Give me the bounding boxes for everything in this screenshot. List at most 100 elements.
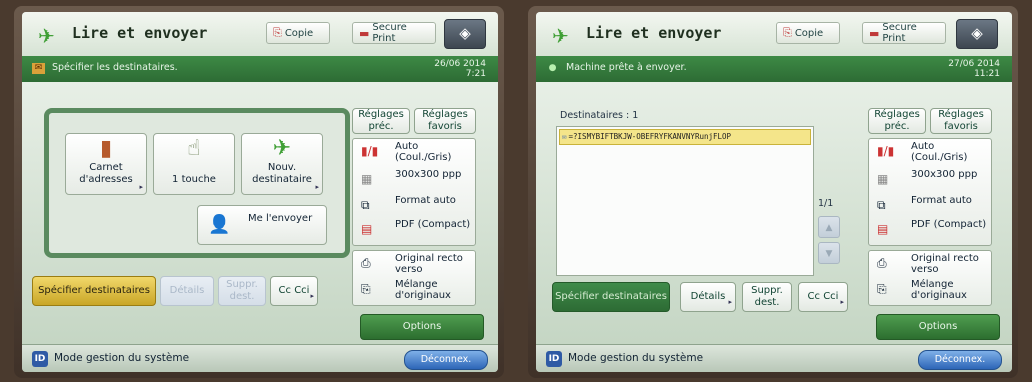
resolution-row[interactable]: ▦ 300x300 ppp (353, 169, 475, 191)
pdf-icon: ▤ (877, 222, 889, 236)
favorite-settings-button[interactable]: Réglages favoris (930, 108, 992, 134)
tab-secure-label: Secure Print (882, 22, 917, 44)
cc-bcc-button[interactable]: Cc Cci ▸ (798, 282, 848, 312)
duplex-row[interactable]: ⎙ Original recto verso (869, 253, 991, 275)
specify-destinations-label: Spécifier destinataires (555, 291, 667, 302)
one-touch-button[interactable]: ☝ 1 touche (153, 133, 235, 195)
scan-send-icon: ✈ (552, 24, 569, 48)
home-button[interactable]: ◈ (444, 19, 486, 49)
color-mode-row[interactable]: ▮/▮ Auto (Coul./Gris) (869, 141, 991, 167)
options-button[interactable]: Options (360, 314, 484, 340)
resolution-row[interactable]: ▦ 300x300 ppp (869, 169, 991, 191)
time: 7:21 (465, 69, 486, 79)
scroll-up-button[interactable]: ▲ (818, 216, 840, 238)
options-label: Options (402, 321, 442, 332)
tab-copy-label: Copie (794, 27, 824, 39)
chevron-icon: ▸ (139, 183, 143, 191)
one-touch-icon: ☝ (187, 136, 201, 161)
cc-bcc-button[interactable]: Cc Cci ▸ (270, 276, 318, 306)
delete-destination-button[interactable]: Suppr. dest. (742, 282, 792, 312)
specify-destinations-button[interactable]: Spécifier destinataires (32, 276, 156, 306)
home-button[interactable]: ◈ (956, 19, 998, 49)
title-bar: ✈ Lire et envoyer ⎘ Copie ▬ Secure Print… (22, 12, 498, 57)
delete-destination-label: Suppr. dest. (751, 285, 783, 308)
status-bar: ● Machine prête à envoyer. 27/06 2014 11… (536, 56, 1012, 82)
status-text: Spécifier les destinataires. (52, 62, 178, 73)
favorite-settings-label: Réglages favoris (422, 109, 468, 132)
warning-icon: ✉ (32, 63, 45, 74)
tab-copy[interactable]: ⎘ Copie (776, 22, 840, 44)
datetime: 27/06 2014 11:21 (948, 59, 1000, 79)
color-mode-icon: ▮/▮ (361, 144, 379, 158)
format-row[interactable]: ⧉ Format auto (353, 195, 475, 217)
time: 11:21 (974, 69, 1000, 79)
footer: ID Mode gestion du système Déconnex. (22, 344, 498, 372)
settings-panel: ▮/▮ Auto (Coul./Gris) ▦ 300x300 ppp ⧉ Fo… (868, 138, 992, 246)
delete-destination-button[interactable]: Suppr. dest. (218, 276, 266, 306)
details-button[interactable]: Détails ▸ (680, 282, 736, 312)
options-label: Options (918, 321, 958, 332)
system-mode-label: Mode gestion du système (54, 352, 190, 364)
id-icon: ID (546, 351, 562, 367)
details-label: Détails (169, 285, 205, 296)
system-mode-label: Mode gestion du système (568, 352, 704, 364)
tab-secure-print[interactable]: ▬ Secure Print (862, 22, 946, 44)
right-screen: ✈ Lire et envoyer ⎘ Copie ▬ Secure Print… (536, 12, 1012, 372)
cc-bcc-label: Cc Cci (278, 285, 310, 296)
color-mode-label: Auto (Coul./Gris) (395, 141, 452, 163)
scroll-down-button[interactable]: ▼ (818, 242, 840, 264)
page-count: 1/1 (818, 198, 834, 209)
destination-frame: ▮ Carnet d'adresses ▸ ☝ 1 touche ✈ Nouv.… (44, 108, 350, 258)
specify-destinations-button[interactable]: Spécifier destinataires (552, 282, 670, 312)
mixed-originals-label: Mélange d'originaux (395, 279, 451, 301)
favorite-settings-button[interactable]: Réglages favoris (414, 108, 476, 134)
file-format-row[interactable]: ▤ PDF (Compact) (869, 219, 991, 241)
file-format-label: PDF (Compact) (395, 219, 471, 230)
settings-panel: ▮/▮ Auto (Coul./Gris) ▦ 300x300 ppp ⧉ Fo… (352, 138, 476, 246)
file-format-row[interactable]: ▤ PDF (Compact) (353, 219, 475, 241)
format-row[interactable]: ⧉ Format auto (869, 195, 991, 217)
mixed-originals-row[interactable]: ⎘ Mélange d'originaux (353, 279, 475, 301)
logout-button[interactable]: Déconnex. (404, 350, 488, 370)
tab-copy-label: Copie (284, 27, 314, 39)
chevron-icon: ▸ (315, 183, 319, 191)
mixed-originals-label: Mélange d'originaux (911, 279, 967, 301)
format-label: Format auto (395, 195, 456, 206)
send-to-myself-button[interactable]: 👤 Me l'envoyer (197, 205, 327, 245)
main-area: Destinataires : 1 ✉ =?ISMYBIFTBKJW-OBEFRY… (536, 82, 1012, 344)
new-destination-button[interactable]: ✈ Nouv. destinataire ▸ (241, 133, 323, 195)
format-label: Format auto (911, 195, 972, 206)
previous-settings-button[interactable]: Réglages préc. (352, 108, 410, 134)
previous-settings-label: Réglages préc. (358, 109, 404, 132)
color-mode-label: Auto (Coul./Gris) (911, 141, 968, 163)
previous-settings-button[interactable]: Réglages préc. (868, 108, 926, 134)
options-button[interactable]: Options (876, 314, 1000, 340)
chevron-icon: ▸ (310, 292, 314, 300)
resolution-label: 300x300 ppp (911, 169, 978, 180)
duplex-row[interactable]: ⎙ Original recto verso (353, 253, 475, 275)
destination-address: =?ISMYBIFTBKJW-OBEFRYFKANVNYRunjFLOP (568, 132, 732, 141)
color-mode-icon: ▮/▮ (877, 144, 895, 158)
status-bar: ✉ Spécifier les destinataires. 26/06 201… (22, 56, 498, 82)
address-book-button[interactable]: ▮ Carnet d'adresses ▸ (65, 133, 147, 195)
ready-icon: ● (548, 63, 557, 73)
details-button[interactable]: Détails (160, 276, 214, 306)
chevron-icon: ▸ (728, 298, 732, 306)
main-area: ▮ Carnet d'adresses ▸ ☝ 1 touche ✈ Nouv.… (22, 82, 498, 344)
duplex-label: Original recto verso (395, 253, 463, 275)
home-icon: ◈ (459, 24, 471, 42)
tab-copy[interactable]: ⎘ Copie (266, 22, 330, 44)
tab-secure-print[interactable]: ▬ Secure Print (352, 22, 436, 44)
format-icon: ⧉ (877, 198, 886, 212)
scroll-up-icon: ▲ (825, 223, 833, 233)
color-mode-row[interactable]: ▮/▮ Auto (Coul./Gris) (353, 141, 475, 167)
mixed-originals-row[interactable]: ⎘ Mélange d'originaux (869, 279, 991, 301)
list-item[interactable]: ✉ =?ISMYBIFTBKJW-OBEFRYFKANVNYRunjFLOP (559, 129, 811, 145)
logout-button[interactable]: Déconnex. (918, 350, 1002, 370)
datetime: 26/06 2014 7:21 (434, 59, 486, 79)
original-panel: ⎙ Original recto verso ⎘ Mélange d'origi… (868, 250, 992, 306)
chevron-icon: ▸ (840, 298, 844, 306)
delete-destination-label: Suppr. dest. (226, 279, 258, 302)
copy-icon: ⎘ (273, 26, 282, 39)
destination-list[interactable]: ✉ =?ISMYBIFTBKJW-OBEFRYFKANVNYRunjFLOP (556, 126, 814, 276)
